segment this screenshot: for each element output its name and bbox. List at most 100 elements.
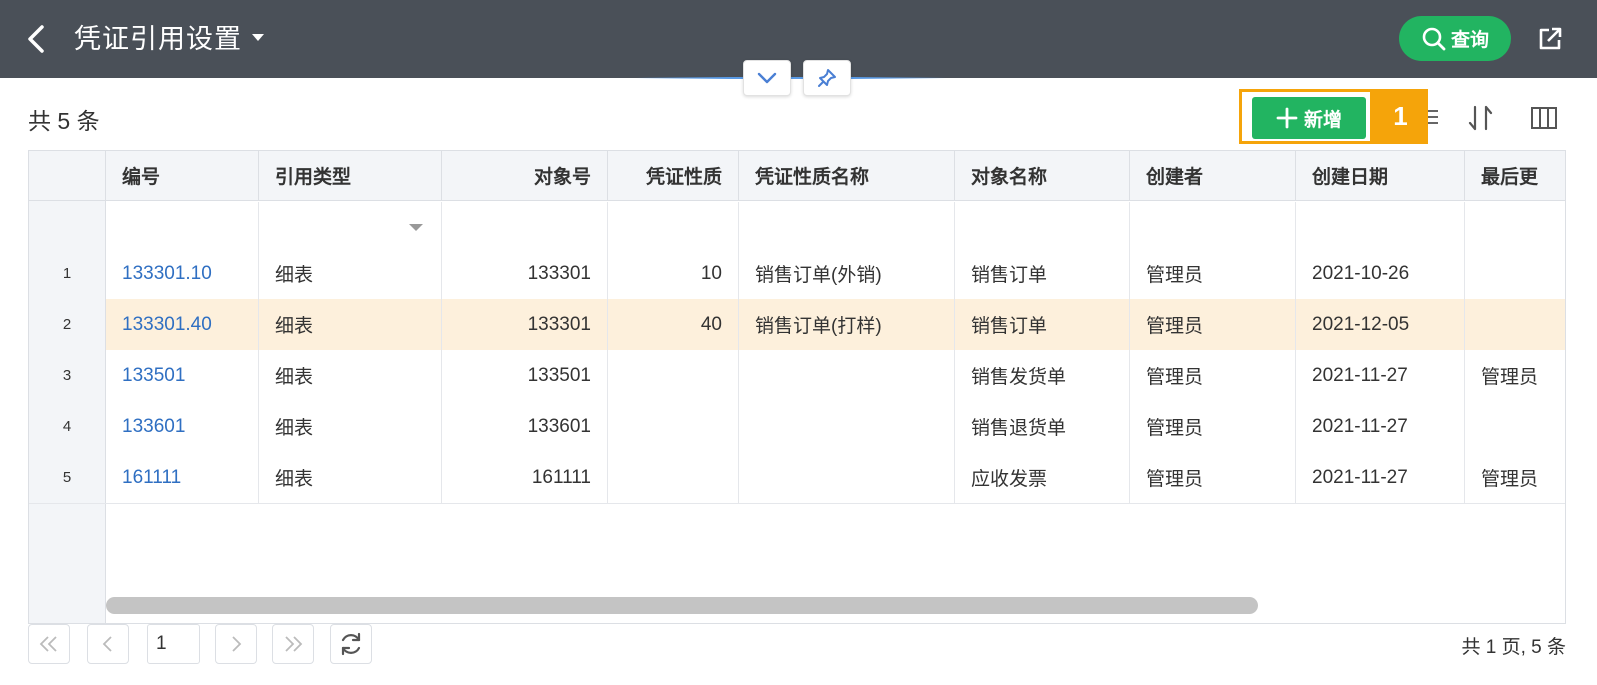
creator-cell: 管理员 — [1130, 350, 1296, 401]
filter-last-modifier[interactable] — [1465, 202, 1565, 251]
filter-creator[interactable] — [1130, 202, 1296, 251]
nature-cell: 10 — [608, 248, 739, 299]
code-link[interactable]: 133301.10 — [106, 248, 259, 299]
code-link[interactable]: 161111 — [106, 452, 259, 503]
object-name-cell: 销售发货单 — [955, 350, 1130, 401]
nature-cell: 40 — [608, 299, 739, 350]
refresh-button[interactable] — [330, 624, 372, 664]
type-cell: 细表 — [259, 299, 442, 350]
next-page-icon — [232, 636, 242, 652]
row-number: 5 — [29, 452, 106, 503]
filter-nature[interactable] — [608, 202, 739, 251]
last-modifier-cell: 管理员 — [1481, 367, 1539, 388]
filter-row — [29, 202, 1565, 252]
table-row[interactable]: 1 133301.10 细表 133301 10 销售订单(外销) 销售订单 管… — [29, 248, 1565, 300]
add-button[interactable]: 新增 — [1252, 97, 1366, 139]
prev-page-button[interactable] — [87, 624, 129, 664]
type-cell: 细表 — [259, 452, 442, 503]
pin-button[interactable] — [803, 60, 851, 96]
caret-down-icon — [409, 224, 423, 231]
page-title[interactable]: 凭证引用设置 — [74, 19, 242, 59]
object-name-cell: 应收发票 — [955, 452, 1130, 503]
column-header-type[interactable]: 引用类型 — [259, 151, 442, 200]
filter-nature-name[interactable] — [739, 202, 955, 251]
step-badge: 1 — [1373, 89, 1428, 144]
back-icon[interactable] — [22, 22, 52, 56]
pin-icon — [818, 69, 836, 87]
nature-name-cell: 销售订单(打样) — [739, 299, 955, 350]
column-header-nature[interactable]: 凭证性质 — [608, 151, 739, 200]
filter-code[interactable] — [106, 202, 259, 251]
creator-cell: 管理员 — [1130, 248, 1296, 299]
column-header-object-name[interactable]: 对象名称 — [955, 151, 1130, 200]
collapse-toggle-button[interactable] — [743, 60, 791, 96]
nature-cell — [608, 452, 739, 503]
column-header-created-date[interactable]: 创建日期 — [1296, 151, 1465, 200]
filter-type-select[interactable] — [259, 202, 442, 251]
horizontal-scrollbar[interactable] — [106, 594, 1565, 616]
column-header-nature-name[interactable]: 凭证性质名称 — [739, 151, 955, 200]
creator-cell: 管理员 — [1130, 401, 1296, 452]
page-info: 共 1 页, 5 条 — [1461, 637, 1566, 658]
creator-cell: 管理员 — [1130, 299, 1296, 350]
nature-name-cell — [739, 401, 955, 452]
column-header-creator[interactable]: 创建者 — [1130, 151, 1296, 200]
filter-created-date[interactable] — [1296, 202, 1465, 251]
nature-name-cell — [739, 452, 955, 503]
columns-icon[interactable] — [1530, 105, 1558, 131]
nature-cell — [608, 401, 739, 452]
nature-name-cell: 销售订单(外销) — [739, 248, 955, 299]
add-label: 新增 — [1303, 109, 1342, 131]
column-header-last-modifier[interactable]: 最后更 — [1465, 151, 1565, 200]
code-link[interactable]: 133501 — [106, 350, 259, 401]
object-name-cell: 销售退货单 — [955, 401, 1130, 452]
export-icon[interactable] — [1535, 24, 1565, 54]
header-corner — [29, 151, 106, 200]
list-icon[interactable] — [1428, 105, 1442, 129]
app-header: 凭证引用设置 查询 — [0, 0, 1597, 78]
plus-icon — [1276, 107, 1298, 129]
creator-cell: 管理员 — [1130, 452, 1296, 503]
last-modifier-cell — [1465, 401, 1565, 452]
column-header-object-no[interactable]: 对象号 — [442, 151, 608, 200]
page-number-input[interactable] — [147, 624, 200, 664]
type-cell: 细表 — [259, 401, 442, 452]
table-row[interactable]: 3 133501 细表 133501 销售发货单 管理员 2021-11-27 … — [29, 350, 1565, 402]
object-no-cell: 161111 — [442, 452, 608, 503]
table-row[interactable]: 5 161111 细表 161111 应收发票 管理员 2021-11-27 管… — [29, 452, 1565, 504]
table-row-selected[interactable]: 2 133301.40 细表 133301 40 销售订单(打样) 销售订单 管… — [29, 299, 1565, 351]
nature-cell — [608, 350, 739, 401]
chevron-down-icon — [757, 72, 777, 84]
column-header-code[interactable]: 编号 — [106, 151, 259, 200]
last-page-icon — [285, 636, 303, 652]
object-no-cell: 133301 — [442, 299, 608, 350]
first-page-button[interactable] — [28, 624, 70, 664]
horizontal-scrollbar-thumb[interactable] — [106, 597, 1258, 614]
type-cell: 细表 — [259, 350, 442, 401]
first-page-icon — [39, 636, 57, 652]
object-name-cell: 销售订单 — [955, 299, 1130, 350]
query-label: 查询 — [1450, 30, 1489, 51]
search-icon — [1422, 27, 1446, 50]
object-no-cell: 133501 — [442, 350, 608, 401]
table-row[interactable]: 4 133601 细表 133601 销售退货单 管理员 2021-11-27 — [29, 401, 1565, 453]
refresh-icon — [341, 632, 361, 656]
data-grid: 编号 引用类型 对象号 凭证性质 凭证性质名称 对象名称 创建者 创建日期 最后… — [28, 150, 1566, 624]
nature-name-cell — [739, 350, 955, 401]
sort-icon[interactable] — [1466, 104, 1496, 132]
table-header-row: 编号 引用类型 对象号 凭证性质 凭证性质名称 对象名称 创建者 创建日期 最后… — [29, 151, 1565, 201]
row-number: 1 — [29, 248, 106, 299]
created-date-cell: 2021-10-26 — [1296, 248, 1465, 299]
next-page-button[interactable] — [215, 624, 257, 664]
code-link[interactable]: 133601 — [106, 401, 259, 452]
created-date-cell: 2021-11-27 — [1296, 452, 1465, 503]
created-date-cell: 2021-11-27 — [1296, 401, 1465, 452]
query-button[interactable]: 查询 — [1399, 16, 1511, 61]
last-page-button[interactable] — [272, 624, 314, 664]
prev-page-icon — [102, 636, 112, 652]
filter-object-name[interactable] — [955, 202, 1130, 251]
code-link[interactable]: 133301.40 — [106, 299, 259, 350]
object-name-cell: 销售订单 — [955, 248, 1130, 299]
filter-object-no[interactable] — [442, 202, 608, 251]
caret-down-icon[interactable] — [252, 34, 264, 41]
